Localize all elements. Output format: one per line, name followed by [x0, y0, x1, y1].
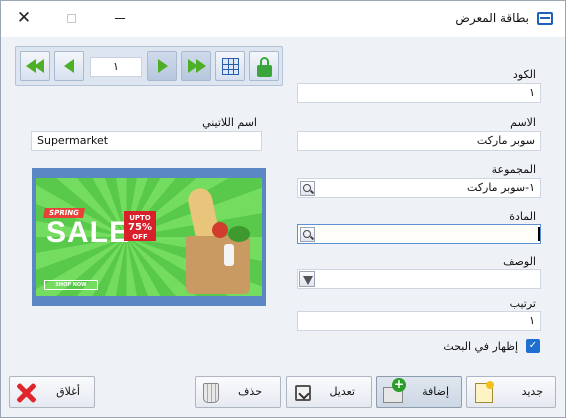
last-record-button[interactable] [181, 51, 211, 81]
double-arrow-left-icon-part [34, 59, 44, 73]
code-field[interactable]: ١ [297, 83, 541, 103]
first-record-button[interactable] [20, 51, 50, 81]
banner-sale-text: SALE [46, 216, 131, 249]
new-button-label: جديد [521, 385, 543, 398]
search-icon[interactable] [300, 227, 315, 242]
group-label: المجموعة [491, 163, 536, 176]
order-field[interactable]: ١ [297, 311, 541, 331]
tomato-graphic [212, 222, 228, 238]
search-icon[interactable] [300, 181, 315, 196]
close-icon [15, 382, 37, 404]
edit-button[interactable]: تعديل [286, 376, 372, 408]
close-button[interactable]: أغلاق [9, 376, 95, 408]
record-navigation-toolbar: ١ [15, 46, 283, 86]
gallery-image-frame[interactable]: SPRING SALE UPTO 75% OFF SHOP NOW [32, 168, 266, 306]
delete-button-label: حذف [238, 385, 262, 398]
window: بطاقة المعرض ✕ ١ الكود ١ اسم اللاتيني Su… [0, 0, 566, 418]
edit-icon [295, 385, 311, 401]
window-title: بطاقة المعرض [455, 11, 529, 25]
item-label: المادة [509, 210, 536, 223]
banner-discount-badge: UPTO 75% OFF [124, 211, 156, 241]
arrow-left-icon [64, 59, 74, 73]
banner-off-text: OFF [132, 233, 148, 241]
grid-view-button[interactable] [215, 51, 245, 81]
add-button[interactable]: إضافة [376, 376, 462, 408]
latin-name-label: اسم اللاتيني [202, 116, 257, 129]
broccoli-graphic [228, 226, 250, 242]
add-button-label: إضافة [422, 385, 449, 398]
gallery-image: SPRING SALE UPTO 75% OFF SHOP NOW [36, 178, 262, 296]
banner-percent-text: 75% [128, 222, 152, 233]
lock-icon-body [257, 65, 272, 77]
group-value: ١-سوبر ماركت [466, 181, 535, 194]
banner-shop-now-text: SHOP NOW [44, 280, 98, 290]
name-label: الاسم [510, 116, 536, 129]
show-in-search-label: إظهار في البحث [443, 340, 518, 353]
item-field[interactable] [297, 224, 541, 244]
description-label: الوصف [503, 255, 536, 268]
new-button[interactable]: جديد [466, 376, 556, 408]
close-window-button[interactable]: ✕ [13, 7, 35, 29]
code-label: الكود [512, 68, 536, 81]
record-number-field[interactable]: ١ [90, 57, 142, 77]
add-icon [383, 378, 406, 403]
delete-button[interactable]: حذف [195, 376, 281, 408]
text-caret [538, 227, 540, 241]
close-button-label: أغلاق [56, 385, 80, 398]
group-field[interactable]: ١-سوبر ماركت [297, 178, 541, 198]
edit-button-label: تعديل [329, 385, 355, 398]
bottle-graphic [224, 244, 234, 266]
description-field[interactable] [297, 269, 541, 289]
previous-record-button[interactable] [54, 51, 84, 81]
latin-name-field[interactable]: Supermarket [31, 131, 262, 151]
next-record-button[interactable] [147, 51, 177, 81]
dropdown-arrow-icon[interactable] [299, 271, 315, 287]
new-document-icon [475, 381, 494, 403]
order-label: ترتيب [509, 297, 536, 310]
lock-button[interactable] [249, 51, 279, 81]
card-icon [537, 12, 553, 25]
title-bar: بطاقة المعرض ✕ [1, 1, 565, 37]
banner-upto-text: UPTO [129, 214, 151, 222]
arrow-right-icon [158, 59, 168, 73]
minimize-button[interactable] [115, 18, 125, 19]
name-field[interactable]: سوبر ماركت [297, 131, 541, 151]
maximize-button[interactable] [67, 14, 76, 23]
grid-icon [222, 58, 239, 75]
trash-icon [203, 383, 219, 403]
double-arrow-right-icon-part [196, 59, 206, 73]
grocery-bag-graphic [186, 236, 250, 294]
show-in-search-checkbox[interactable]: ✓ [526, 339, 540, 353]
